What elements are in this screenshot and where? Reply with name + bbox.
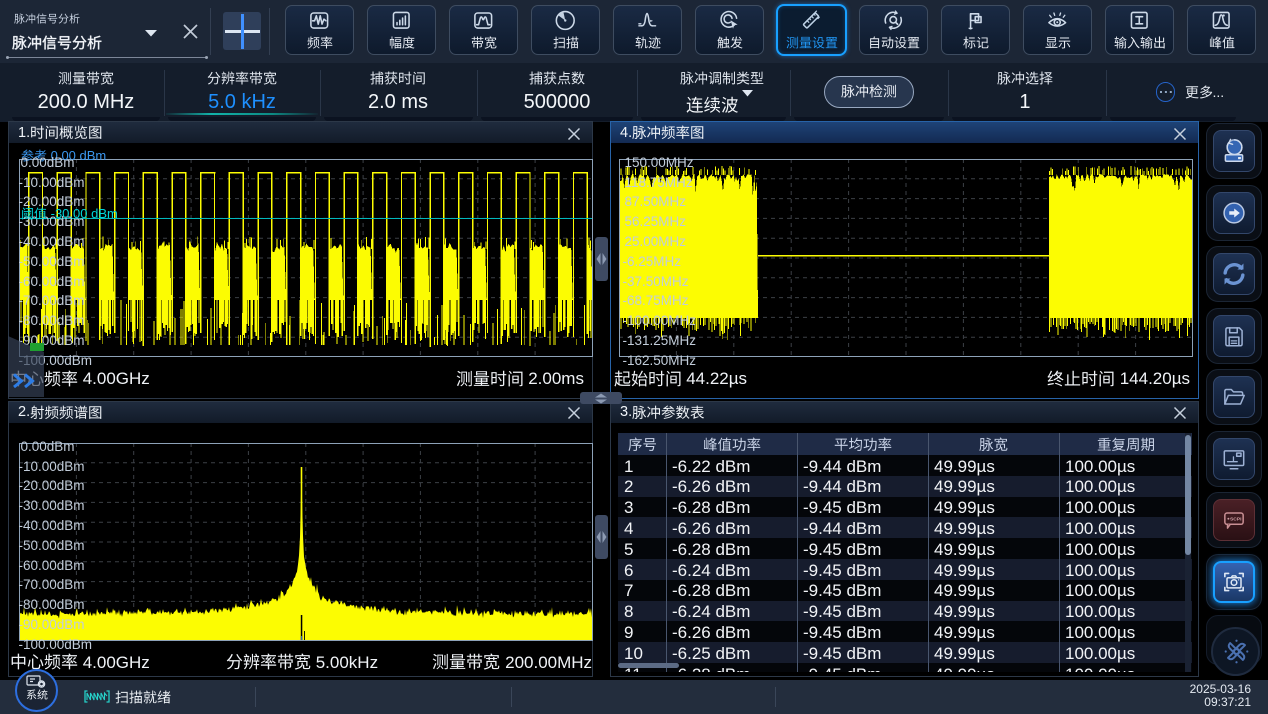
svg-text:SCPI: SCPI — [1230, 517, 1242, 523]
